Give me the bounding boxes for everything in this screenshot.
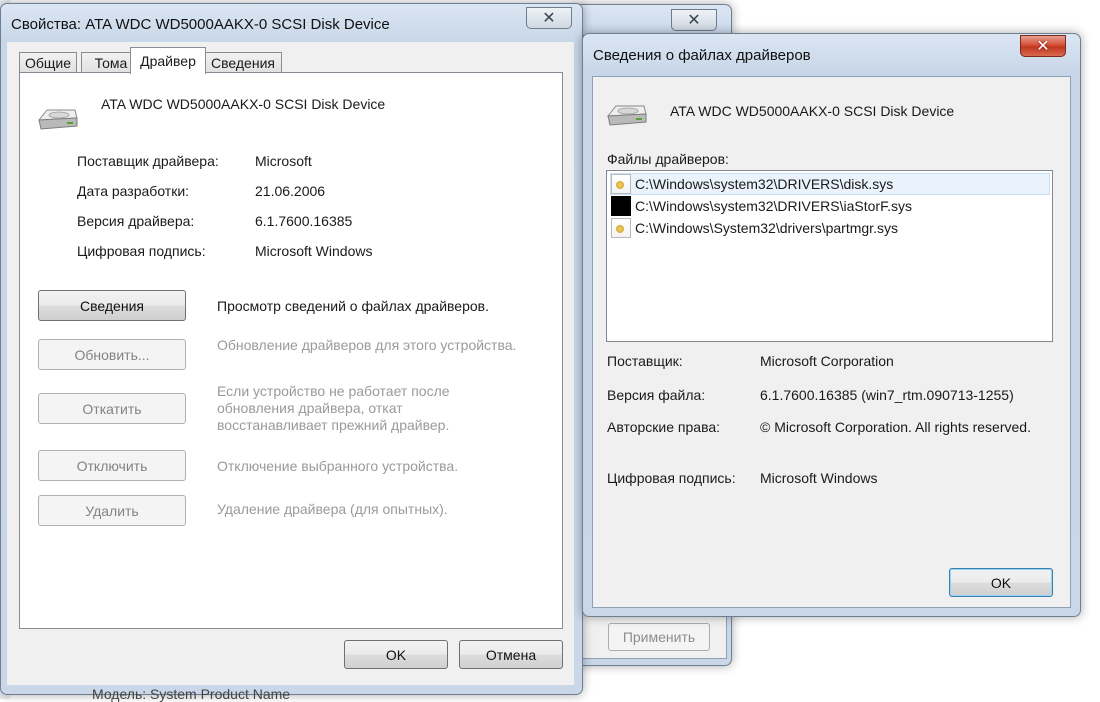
hard-drive-icon — [606, 105, 647, 126]
properties-ok-button[interactable]: OK — [344, 640, 448, 669]
device-name: ATA WDC WD5000AAKX-0 SCSI Disk Device — [101, 96, 386, 112]
dialog-device-name: ATA WDC WD5000AAKX-0 SCSI Disk Device — [670, 103, 955, 119]
dialog-signature-label: Цифровая подпись: — [607, 470, 736, 486]
driver-date-label: Дата разработки: — [77, 183, 190, 199]
driver-provider-value: Microsoft — [255, 153, 312, 169]
driver-version-label: Версия драйвера: — [77, 213, 195, 229]
driver-version-value: 6.1.7600.16385 — [255, 213, 353, 229]
file-path: C:\Windows\System32\drivers\partmgr.sys — [635, 220, 898, 236]
update-driver-button[interactable]: Обновить... — [38, 339, 186, 370]
dialog-ok-button[interactable]: OK — [949, 568, 1053, 597]
properties-cancel-button[interactable]: Отмена — [459, 640, 563, 669]
driver-details-description: Просмотр сведений о файлах драйверов. — [217, 298, 489, 314]
tab-details[interactable]: Сведения — [204, 52, 282, 73]
update-driver-description: Обновление драйверов для этого устройств… — [217, 337, 517, 353]
digital-signature-label: Цифровая подпись: — [77, 243, 206, 259]
file-version-value: 6.1.7600.16385 (win7_rtm.090713-1255) — [760, 387, 1014, 403]
disable-device-button[interactable]: Отключить — [38, 450, 186, 481]
file-path: C:\Windows\system32\DRIVERS\iaStorF.sys — [635, 198, 912, 214]
close-icon: ✕ — [542, 10, 556, 27]
certificate-icon — [611, 174, 631, 194]
copyright-label: Авторские права: — [607, 419, 721, 435]
digital-signature-value: Microsoft Windows — [255, 243, 373, 259]
background-model-text: Модель: System Product Name — [92, 686, 291, 702]
black-file-icon — [611, 196, 631, 216]
list-item[interactable]: C:\Windows\System32\drivers\partmgr.sys — [611, 218, 1049, 238]
file-path: C:\Windows\system32\DRIVERS\disk.sys — [635, 176, 894, 192]
apply-button[interactable]: Применить — [608, 623, 710, 651]
list-item[interactable]: C:\Windows\system32\DRIVERS\disk.sys — [610, 173, 1050, 195]
close-icon: ✕ — [1036, 38, 1050, 55]
rollback-driver-description: Если устройство не работает после обновл… — [217, 383, 450, 433]
disable-device-description: Отключение выбранного устройства. — [217, 458, 459, 474]
properties-close-button[interactable]: ✕ — [526, 7, 572, 29]
driver-files-label: Файлы драйверов: — [607, 151, 729, 167]
file-version-label: Версия файла: — [607, 387, 706, 403]
driver-details-button[interactable]: Сведения — [38, 290, 186, 321]
uninstall-driver-button[interactable]: Удалить — [38, 495, 186, 526]
hard-drive-icon — [37, 109, 78, 130]
dialog-signature-value: Microsoft Windows — [760, 470, 878, 486]
tab-driver[interactable]: Драйвер — [130, 47, 206, 74]
uninstall-driver-description: Удаление драйвера (для опытных). — [217, 501, 448, 517]
driver-files-list[interactable]: C:\Windows\system32\DRIVERS\disk.sys C:\… — [606, 170, 1053, 342]
provider-value: Microsoft Corporation — [760, 353, 894, 369]
background-dialog-close-button[interactable]: ✕ — [671, 9, 717, 31]
dialog-title: Сведения о файлах драйверов — [593, 47, 811, 64]
dialog-close-button[interactable]: ✕ — [1020, 35, 1066, 57]
list-item[interactable]: C:\Windows\system32\DRIVERS\iaStorF.sys — [611, 196, 1049, 216]
certificate-icon — [611, 218, 631, 238]
window-title: Свойства: ATA WDC WD5000AAKX-0 SCSI Disk… — [11, 16, 390, 33]
copyright-value: © Microsoft Corporation. All rights rese… — [760, 419, 1031, 435]
tab-general[interactable]: Общие — [19, 52, 77, 73]
driver-date-value: 21.06.2006 — [255, 183, 326, 199]
driver-provider-label: Поставщик драйвера: — [77, 153, 219, 169]
close-icon: ✕ — [687, 12, 701, 29]
rollback-driver-button[interactable]: Откатить — [38, 393, 186, 424]
provider-label: Поставщик: — [607, 353, 683, 369]
